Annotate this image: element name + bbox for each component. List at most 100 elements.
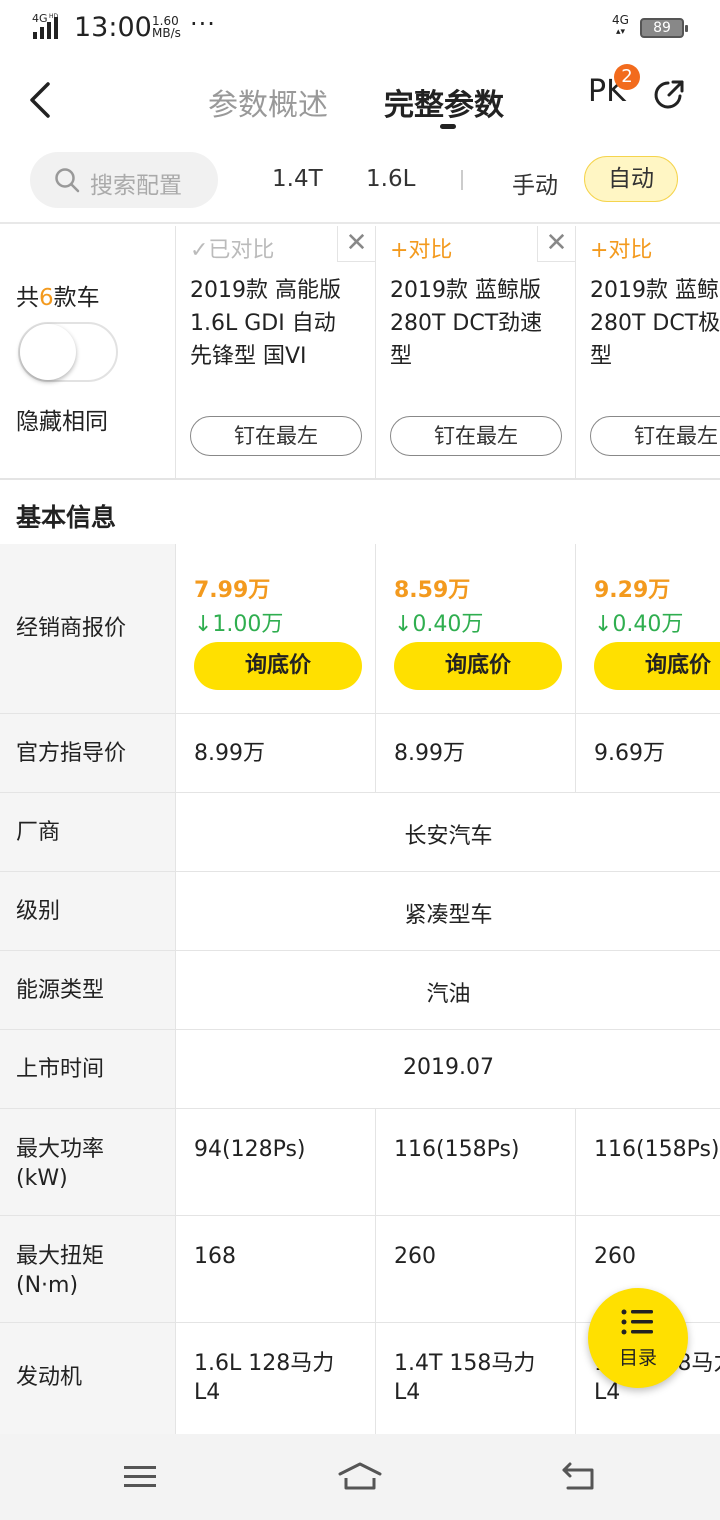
menu-icon[interactable] [120, 1460, 160, 1494]
table-cell: 116(158Ps) [576, 1109, 720, 1215]
cell-value: 紧凑型车 [404, 903, 493, 928]
car-count-cell: 共6款车 隐藏相同 [0, 226, 176, 478]
close-icon: ✕ [345, 228, 368, 258]
inquire-price-button[interactable]: 询底价 [394, 642, 562, 690]
filter-chip-1-6l[interactable]: 1.6L [366, 166, 415, 192]
svg-text:HD: HD [49, 13, 59, 20]
price-cell: 7.99万 ↓1.00万 询底价 [176, 544, 376, 713]
remove-car-button[interactable]: ✕ [537, 226, 575, 262]
price-cell: 8.59万 ↓0.40万 询底价 [376, 544, 576, 713]
back-nav-icon[interactable] [560, 1460, 600, 1494]
inquire-price-button[interactable]: 询底价 [594, 642, 720, 690]
table-cell: 8.99万 [176, 714, 376, 792]
clock: 13:00 [74, 12, 152, 43]
table-row-dealer-price: 经销商报价 7.99万 ↓1.00万 询底价 8.59万 ↓0.40万 询底价 … [0, 544, 720, 714]
cell-value: 168 [194, 1244, 236, 1269]
car-column: +对比 2019款 蓝鲸 280T DCT极 型 钉在最左 [576, 226, 720, 478]
tab-overview[interactable]: 参数概述 [208, 80, 328, 124]
cell-value: 260 [394, 1244, 436, 1269]
dealer-price: 9.29万 [594, 578, 671, 603]
hide-same-toggle[interactable] [18, 322, 118, 382]
table-row-max-power: 最大功率 (kW) 94(128Ps) 116(158Ps) 116(158Ps… [0, 1109, 720, 1216]
filter-chip-auto-selected[interactable]: 自动 [584, 156, 678, 202]
catalog-button[interactable]: 目录 [588, 1288, 688, 1388]
toggle-knob [20, 324, 76, 380]
cell-value: 2019.07 [403, 1055, 494, 1080]
row-label-cell: 上市时间 [0, 1030, 176, 1108]
row-label: 经销商报价 [16, 616, 127, 641]
catalog-label: 目录 [618, 1347, 657, 1369]
system-nav-bar [0, 1434, 720, 1520]
price-drop: ↓1.00万 [194, 612, 284, 637]
row-label-cell: 最大扭矩 (N·m) [0, 1216, 176, 1322]
compared-label[interactable]: ✓已对比 [190, 232, 274, 264]
row-label-cell: 最大功率 (kW) [0, 1109, 176, 1215]
hide-same-label: 隐藏相同 [16, 409, 108, 435]
car-name: 2019款 高能版 1.6L GDI 自动 先锋型 国VI [190, 278, 341, 369]
cell-value: 116(158Ps) [394, 1137, 520, 1162]
table-cell: 94(128Ps) [176, 1109, 376, 1215]
pin-left-button[interactable]: 钉在最左 [390, 416, 562, 456]
filter-chip-manual[interactable]: 手动 [512, 166, 558, 200]
row-label: 最大扭矩 (N·m) [16, 1244, 105, 1298]
table-row-level: 级别 紧凑型车 [0, 872, 720, 951]
row-label-cell: 级别 [0, 872, 176, 950]
merged-cell: 汽油 [177, 951, 720, 1029]
table-row-launch-date: 上市时间 2019.07 [0, 1030, 720, 1109]
row-label-cell: 能源类型 [0, 951, 176, 1029]
remove-car-button[interactable]: ✕ [337, 226, 375, 262]
top-header: 参数概述 完整参数 PK 2 [0, 56, 720, 146]
cell-value: 1.6L 128马力 L4 [194, 1351, 335, 1405]
share-icon[interactable] [652, 78, 686, 112]
car-name: 2019款 蓝鲸版 280T DCT劲速 型 [390, 278, 543, 369]
cell-value: 8.99万 [394, 741, 465, 766]
car-compare-header: 共6款车 隐藏相同 ✓已对比 ✕ 2019款 高能版 1.6L GDI 自动 先… [0, 226, 720, 480]
car-column: ✓已对比 ✕ 2019款 高能版 1.6L GDI 自动 先锋型 国VI 钉在最… [176, 226, 376, 478]
table-cell: 1.4T 158马力 L4 [376, 1323, 576, 1434]
table-row-energy-type: 能源类型 汽油 [0, 951, 720, 1030]
filter-bar: 搜索配置 1.4T 1.6L 手动 自动 [0, 146, 720, 224]
count-prefix: 共 [16, 285, 39, 311]
add-compare-button[interactable]: +对比 [390, 232, 452, 264]
cell-value: 1.4T 158马力 L4 [394, 1351, 536, 1405]
search-placeholder: 搜索配置 [90, 173, 182, 199]
pin-left-button[interactable]: 钉在最左 [190, 416, 362, 456]
svg-text:4G: 4G [32, 12, 48, 25]
table-cell: 116(158Ps) [376, 1109, 576, 1215]
car-column: +对比 ✕ 2019款 蓝鲸版 280T DCT劲速 型 钉在最左 [376, 226, 576, 478]
add-compare-button[interactable]: +对比 [590, 232, 652, 264]
row-label: 最大功率 (kW) [16, 1137, 105, 1191]
speed-unit: MB/s [152, 26, 181, 40]
filter-chip-1-4t[interactable]: 1.4T [272, 166, 323, 192]
table-cell: 9.69万 [576, 714, 720, 792]
car-count: 6 [39, 285, 54, 311]
row-label-cell: 厂商 [0, 793, 176, 871]
tab-full-params[interactable]: 完整参数 [384, 80, 504, 124]
pin-left-button[interactable]: 钉在最左 [590, 416, 720, 456]
row-label: 能源类型 [16, 978, 105, 1003]
search-input[interactable]: 搜索配置 [30, 152, 218, 208]
table-row-official-price: 官方指导价 8.99万 8.99万 9.69万 [0, 714, 720, 793]
row-label: 厂商 [16, 820, 61, 845]
table-cell: 260 [376, 1216, 576, 1322]
row-label-cell: 官方指导价 [0, 714, 176, 792]
section-header: 基本信息 [0, 482, 720, 544]
back-arrow-icon[interactable] [22, 78, 62, 122]
cell-value: 长安汽车 [404, 824, 493, 849]
merged-cell: 2019.07 [177, 1030, 720, 1108]
data-arrows-icon: ▴▾ [615, 27, 625, 37]
price-drop: ↓0.40万 [394, 612, 484, 637]
home-icon[interactable] [336, 1460, 384, 1494]
close-icon: ✕ [545, 228, 568, 258]
inquire-price-button[interactable]: 询底价 [194, 642, 362, 690]
cell-value: 汽油 [426, 982, 471, 1007]
row-label-cell: 发动机 [0, 1323, 176, 1434]
count-suffix: 款车 [53, 285, 100, 311]
section-title: 基本信息 [16, 503, 117, 532]
network-speed: 1.60 MB/s [152, 15, 181, 39]
car-name: 2019款 蓝鲸 280T DCT极 型 [590, 278, 720, 369]
cell-value: 8.99万 [194, 741, 265, 766]
cell-value: 9.69万 [594, 741, 665, 766]
row-label: 上市时间 [16, 1057, 105, 1082]
cell-value: 116(158Ps) [594, 1137, 720, 1162]
